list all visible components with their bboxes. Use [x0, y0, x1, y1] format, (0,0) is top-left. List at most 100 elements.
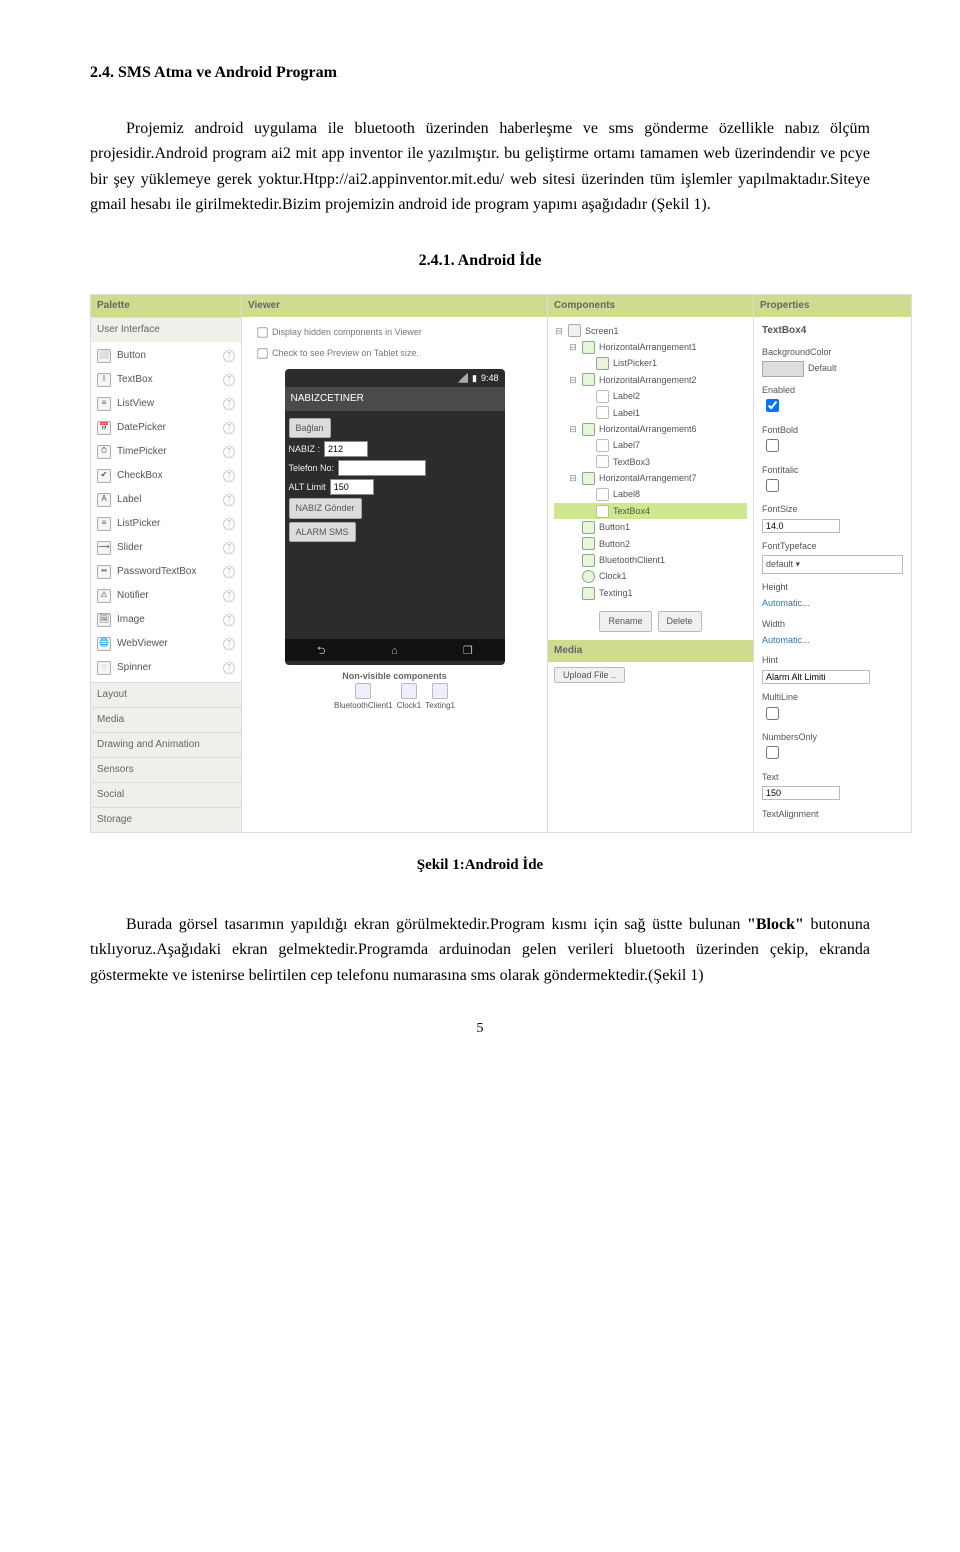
- palette-item[interactable]: ⚠Notifier?: [91, 584, 241, 608]
- telefon-input[interactable]: [338, 460, 426, 476]
- tree-node[interactable]: ⊟ HorizontalArrangement6: [554, 421, 747, 437]
- numbers-checkbox[interactable]: [766, 746, 779, 759]
- palette-section[interactable]: Social: [91, 782, 241, 807]
- tree-node[interactable]: Texting1: [554, 585, 747, 601]
- tree-node[interactable]: Label2: [554, 388, 747, 404]
- fontbold-checkbox[interactable]: [766, 439, 779, 452]
- palette-section[interactable]: Media: [91, 707, 241, 732]
- tree-node[interactable]: ⊟HorizontalArrangement1: [554, 339, 747, 355]
- tree-node[interactable]: ListPicker1: [554, 355, 747, 371]
- palette-item[interactable]: ⬜Button?: [91, 344, 241, 368]
- enabled-checkbox[interactable]: [766, 399, 779, 412]
- palette-item[interactable]: 📅DatePicker?: [91, 416, 241, 440]
- help-icon[interactable]: ?: [223, 494, 235, 506]
- baglan-button[interactable]: Bağlan: [289, 418, 331, 438]
- upload-file-button[interactable]: Upload File ..: [554, 667, 625, 683]
- tree-node-label: Button1: [599, 520, 630, 534]
- display-hidden-checkbox[interactable]: [257, 327, 267, 337]
- width-value[interactable]: Automatic...: [762, 633, 903, 647]
- tree-node[interactable]: ⊟HorizontalArrangement7: [554, 470, 747, 486]
- fontitalic-checkbox[interactable]: [766, 479, 779, 492]
- fontsize-input[interactable]: [762, 519, 840, 533]
- help-icon[interactable]: ?: [223, 542, 235, 554]
- palette-item[interactable]: ALabel?: [91, 488, 241, 512]
- nonvisible-item[interactable]: Clock1: [397, 683, 421, 713]
- height-value[interactable]: Automatic...: [762, 596, 903, 610]
- palette-section-ui[interactable]: User Interface: [91, 317, 241, 342]
- help-icon[interactable]: ?: [223, 662, 235, 674]
- palette-item[interactable]: ⏱TimePicker?: [91, 440, 241, 464]
- twisty-icon[interactable]: ⊟: [568, 471, 578, 485]
- tree-node-label: HorizontalArrangement6: [599, 422, 697, 436]
- help-icon[interactable]: ?: [223, 374, 235, 386]
- tree-node[interactable]: Label1: [554, 405, 747, 421]
- tree-node[interactable]: Label8: [554, 486, 747, 502]
- palette-item[interactable]: ••PasswordTextBox?: [91, 560, 241, 584]
- palette-section[interactable]: Sensors: [91, 757, 241, 782]
- text-input[interactable]: [762, 786, 840, 800]
- bgcolor-swatch[interactable]: [762, 361, 804, 377]
- help-icon[interactable]: ?: [223, 638, 235, 650]
- section-heading: 2.4. SMS Atma ve Android Program: [90, 60, 870, 86]
- component-icon: [582, 472, 595, 485]
- palette-item[interactable]: ◌Spinner?: [91, 656, 241, 680]
- rename-button[interactable]: Rename: [599, 611, 651, 631]
- tree-node[interactable]: ⊟Screen1: [554, 323, 747, 339]
- palette-section[interactable]: Layout: [91, 682, 241, 707]
- help-icon[interactable]: ?: [223, 422, 235, 434]
- tree-node-label: Label1: [613, 406, 640, 420]
- palette-item[interactable]: 🖼Image?: [91, 608, 241, 632]
- tree-node-label: Clock1: [599, 569, 627, 583]
- home-icon[interactable]: ⌂: [387, 643, 401, 657]
- gonder-button[interactable]: NABIZ Gönder: [289, 498, 362, 518]
- hint-input[interactable]: [762, 670, 870, 684]
- help-icon[interactable]: ?: [223, 470, 235, 482]
- typeface-select[interactable]: default ▾: [762, 555, 903, 573]
- property-component-name: TextBox4: [762, 323, 903, 339]
- palette-item[interactable]: ≡ListView?: [91, 392, 241, 416]
- tree-node[interactable]: Button1: [554, 519, 747, 535]
- altlimit-input[interactable]: [330, 479, 374, 495]
- palette-item[interactable]: ≡ListPicker?: [91, 512, 241, 536]
- help-icon[interactable]: ?: [223, 518, 235, 530]
- tree-node-label: Label7: [613, 438, 640, 452]
- palette-item[interactable]: 🌐WebViewer?: [91, 632, 241, 656]
- nonvisible-item[interactable]: Texting1: [425, 683, 455, 713]
- twisty-icon[interactable]: ⊟: [554, 324, 564, 338]
- twisty-icon[interactable]: ⊟: [568, 340, 578, 354]
- help-icon[interactable]: ?: [223, 566, 235, 578]
- tree-node[interactable]: BluetoothClient1: [554, 552, 747, 568]
- help-icon[interactable]: ?: [223, 350, 235, 362]
- component-icon: [568, 324, 581, 337]
- tablet-preview-checkbox[interactable]: [257, 348, 267, 358]
- tree-node[interactable]: Button2: [554, 536, 747, 552]
- nabiz-input[interactable]: [324, 441, 368, 457]
- tree-node[interactable]: Label7: [554, 437, 747, 453]
- palette-item[interactable]: ITextBox?: [91, 368, 241, 392]
- back-icon[interactable]: ⮌: [314, 643, 328, 657]
- alarm-button[interactable]: ALARM SMS: [289, 522, 356, 542]
- delete-button[interactable]: Delete: [658, 611, 702, 631]
- tree-node[interactable]: TextBox3: [554, 454, 747, 470]
- help-icon[interactable]: ?: [223, 446, 235, 458]
- tree-node-label: TextBox3: [613, 455, 650, 469]
- multiline-checkbox[interactable]: [766, 707, 779, 720]
- tree-node[interactable]: ⊟HorizontalArrangement2: [554, 372, 747, 388]
- tree-node[interactable]: TextBox4: [554, 503, 747, 519]
- palette-section[interactable]: Drawing and Animation: [91, 732, 241, 757]
- nonvisible-item[interactable]: BluetoothClient1: [334, 683, 393, 713]
- palette-item[interactable]: ✔CheckBox?: [91, 464, 241, 488]
- palette-item[interactable]: ⟿Slider?: [91, 536, 241, 560]
- recent-icon[interactable]: ❐: [461, 643, 475, 657]
- help-icon[interactable]: ?: [223, 590, 235, 602]
- password-icon: ••: [97, 565, 111, 579]
- tree-node[interactable]: Clock1: [554, 568, 747, 584]
- help-icon[interactable]: ?: [223, 398, 235, 410]
- media-header: Media: [548, 640, 753, 662]
- palette-section[interactable]: Storage: [91, 807, 241, 832]
- twisty-icon[interactable]: ⊟: [568, 373, 578, 387]
- help-icon[interactable]: ?: [223, 614, 235, 626]
- tel-label: Telefon No:: [289, 461, 335, 475]
- image-icon: 🖼: [97, 613, 111, 627]
- twisty-icon[interactable]: ⊟: [568, 422, 578, 436]
